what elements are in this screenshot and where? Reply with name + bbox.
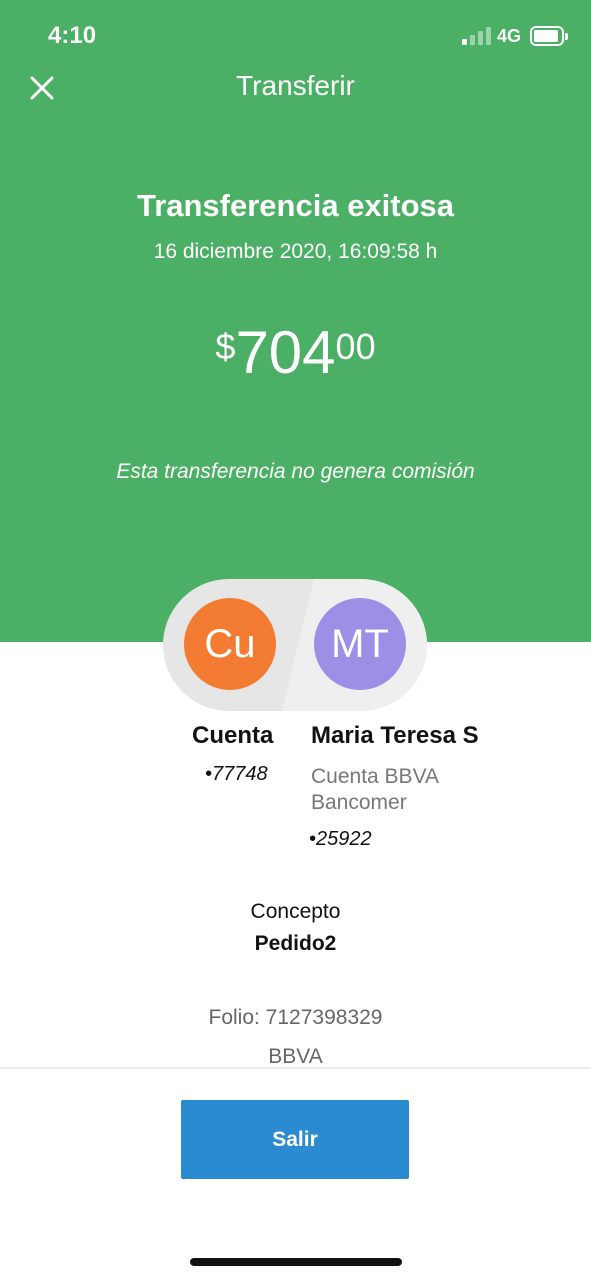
- amount-cents: 00: [335, 326, 376, 367]
- page-title: Transferir: [236, 70, 355, 101]
- status-bar: 4:10 4G: [0, 0, 591, 70]
- to-avatar: MT: [314, 598, 406, 690]
- battery-full-icon: [530, 26, 568, 46]
- recipient-bank-line2: Bancomer: [311, 791, 407, 814]
- commission-note: Esta transferencia no genera comisión: [116, 460, 475, 483]
- accounts-avatars: Cu MT: [163, 579, 427, 711]
- concept-label: Concepto: [250, 900, 341, 923]
- transfer-datetime: 16 diciembre 2020, 16:09:58 h: [153, 240, 438, 263]
- amount-currency: $: [215, 326, 236, 367]
- transfer-amount: $70400: [0, 318, 591, 388]
- success-title: Transferencia exitosa: [136, 188, 455, 223]
- from-account-number: •77748: [205, 763, 268, 785]
- amount-integer: 704: [235, 319, 336, 386]
- signal-icon: [462, 27, 492, 45]
- exit-button[interactable]: Salir: [181, 1100, 409, 1179]
- status-time: 4:10: [48, 22, 97, 49]
- network-type: 4G: [497, 26, 522, 46]
- folio-number: Folio: 7127398329: [208, 1006, 383, 1029]
- from-avatar: Cu: [184, 598, 276, 690]
- home-indicator[interactable]: [190, 1258, 402, 1266]
- bank-name: BBVA: [268, 1045, 323, 1068]
- recipient-bank-line1: Cuenta BBVA: [311, 765, 440, 788]
- recipient-name: Maria Teresa S: [311, 722, 479, 749]
- from-account-name: Cuenta: [192, 722, 274, 749]
- recipient-account-number: •25922: [309, 828, 372, 850]
- concept-value: Pedido2: [254, 932, 337, 955]
